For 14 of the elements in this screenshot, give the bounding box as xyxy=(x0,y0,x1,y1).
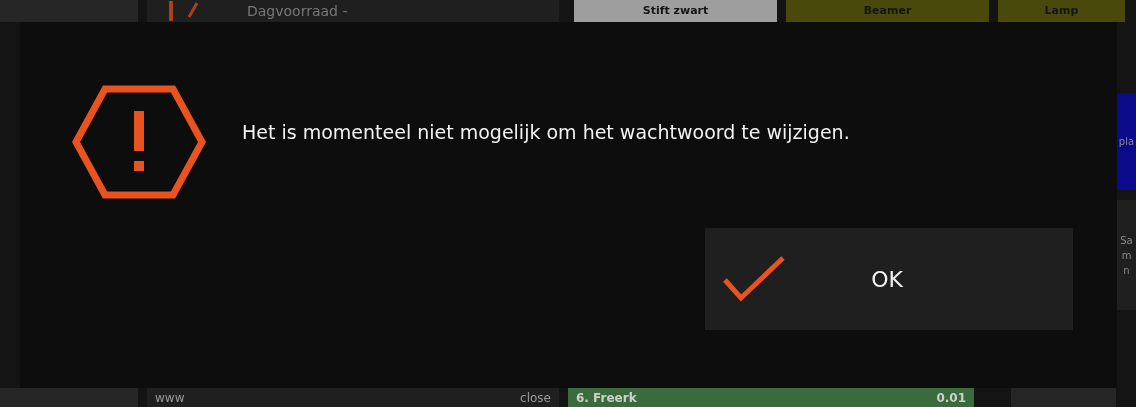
tile-label: 6. Freerk xyxy=(576,389,637,407)
tile-label: n xyxy=(1123,263,1130,278)
tile-label: Dagvoorraad - xyxy=(247,1,348,21)
tile-label: m xyxy=(1121,248,1132,263)
warning-icon xyxy=(72,85,206,199)
tile-label: www xyxy=(155,389,185,407)
tile-label: Sa xyxy=(1120,233,1133,248)
checkmark-icon xyxy=(721,254,787,304)
ok-button[interactable]: OK xyxy=(705,228,1073,330)
tile-label: Stift zwart xyxy=(642,2,709,19)
tile-label: pla xyxy=(1118,135,1135,149)
tile-value: close xyxy=(520,389,551,407)
tile-value: 0.01 xyxy=(936,389,966,407)
dialog-message: Het is momenteel niet mogelijk om het wachtwoord te wijzigen. xyxy=(242,120,850,145)
